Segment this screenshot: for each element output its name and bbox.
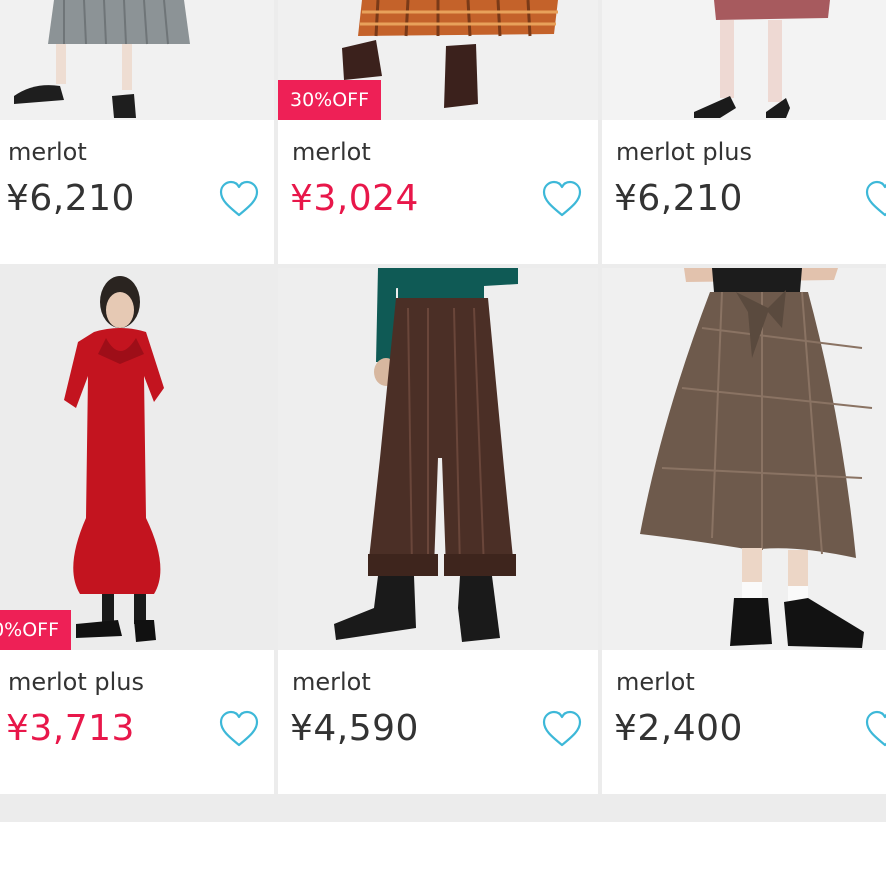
discount-badge: 30%OFF: [278, 80, 382, 121]
price: ¥3,024: [290, 178, 419, 219]
favorite-button[interactable]: [864, 710, 886, 748]
favorite-button[interactable]: [864, 180, 886, 218]
price: ¥6,210: [6, 178, 135, 219]
heart-outline-icon: [542, 710, 582, 747]
page-footer-area: [0, 822, 886, 886]
price: ¥2,400: [614, 708, 743, 749]
price: ¥6,210: [614, 178, 743, 219]
favorite-button[interactable]: [218, 710, 260, 748]
heart-outline-icon: [542, 180, 582, 217]
favorite-button[interactable]: [218, 180, 260, 218]
brand-name: merlot plus: [616, 138, 753, 166]
product-card[interactable]: merlot ¥2,400: [602, 268, 886, 794]
favorite-button[interactable]: [541, 180, 583, 218]
product-card[interactable]: merlot plus ¥6,210: [602, 0, 886, 264]
heart-outline-icon: [219, 180, 259, 217]
product-image[interactable]: [0, 268, 274, 650]
brand-name: merlot: [292, 138, 371, 166]
brand-name: merlot: [8, 138, 87, 166]
brand-name: merlot: [616, 668, 695, 696]
product-image[interactable]: [602, 0, 886, 120]
price: ¥4,590: [290, 708, 419, 749]
brand-name: merlot plus: [8, 668, 145, 696]
product-card[interactable]: merlot ¥6,210: [0, 0, 274, 264]
brand-name: merlot: [292, 668, 371, 696]
heart-outline-icon: [219, 710, 259, 747]
product-image[interactable]: [278, 268, 598, 650]
favorite-button[interactable]: [541, 710, 583, 748]
product-image[interactable]: [602, 268, 886, 650]
heart-outline-icon: [865, 710, 886, 747]
product-image[interactable]: [0, 0, 274, 120]
discount-badge: 30%OFF: [0, 610, 72, 651]
product-card[interactable]: merlot ¥4,590: [278, 268, 598, 794]
heart-outline-icon: [865, 180, 886, 217]
product-grid: merlot ¥6,210 30%OFF merlot ¥3,024 merlo…: [0, 0, 886, 796]
price: ¥3,713: [6, 708, 135, 749]
product-card[interactable]: 30%OFF merlot ¥3,024: [278, 0, 598, 264]
product-card[interactable]: 30%OFF merlot plus ¥3,713: [0, 268, 274, 794]
